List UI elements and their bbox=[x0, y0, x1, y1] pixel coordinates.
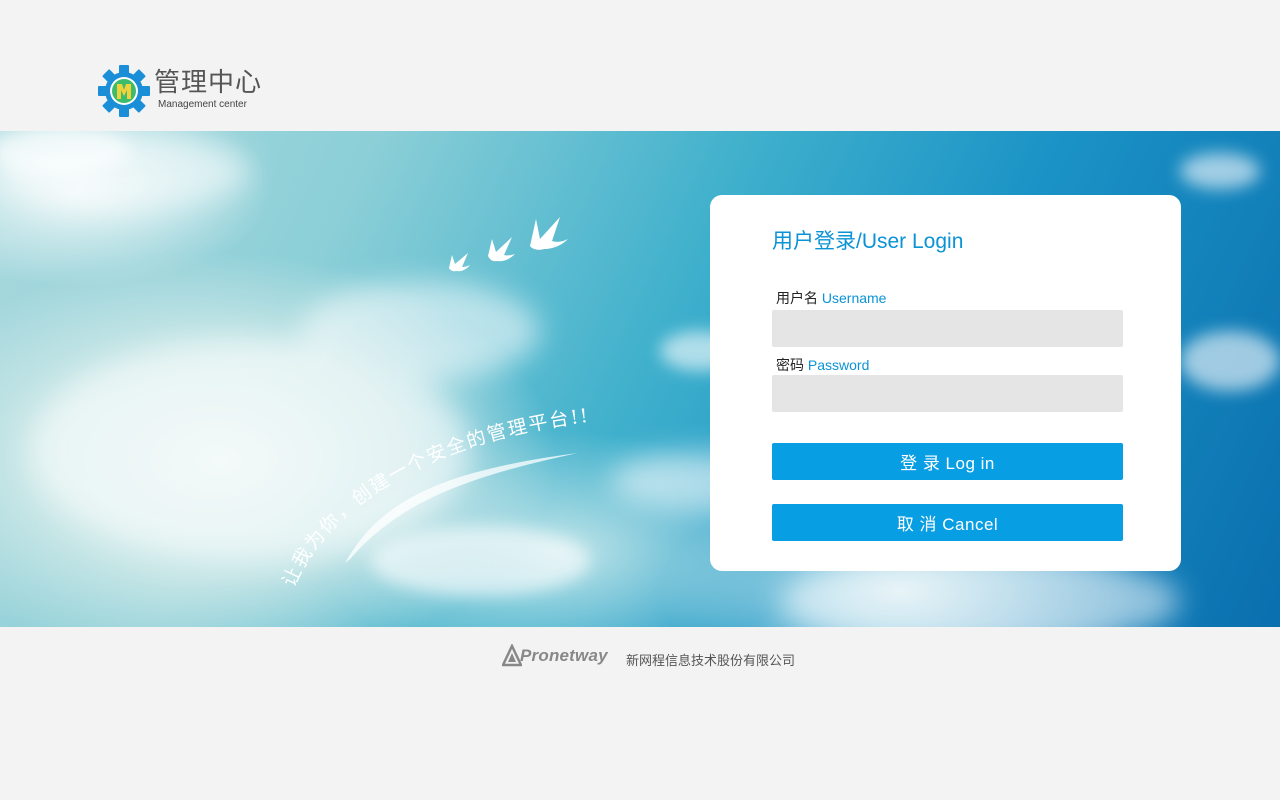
doves-icon bbox=[449, 217, 568, 272]
password-label-cn: 密码 bbox=[776, 357, 804, 373]
login-button[interactable]: 登 录 Log in bbox=[772, 443, 1123, 480]
pronetway-logo-icon bbox=[502, 644, 522, 667]
cancel-button[interactable]: 取 消 Cancel bbox=[772, 504, 1123, 541]
username-label-cn: 用户名 bbox=[776, 290, 818, 306]
logo: 管理中心 Management center bbox=[97, 64, 277, 118]
gear-m-icon bbox=[98, 65, 150, 117]
username-label: 用户名 Username bbox=[776, 288, 886, 308]
logo-subtitle: Management center bbox=[158, 99, 247, 110]
footer-brand: Pronetway bbox=[520, 646, 608, 665]
header: 管理中心 Management center bbox=[0, 0, 1280, 131]
login-title: 用户登录/User Login bbox=[772, 230, 964, 253]
login-panel: 用户登录/User Login 用户名 Username 密码 Password… bbox=[710, 195, 1181, 571]
password-label: 密码 Password bbox=[776, 355, 869, 375]
slogan-text: 让我为你，创建一个安全的管理平台!! bbox=[278, 405, 589, 590]
password-label-en: Password bbox=[807, 357, 870, 373]
footer: Pronetway 新网程信息技术股份有限公司 bbox=[0, 627, 1280, 800]
username-input[interactable] bbox=[772, 310, 1123, 347]
password-input[interactable] bbox=[772, 375, 1123, 412]
svg-text:让我为你，创建一个安全的管理平台!!: 让我为你，创建一个安全的管理平台!! bbox=[278, 405, 591, 590]
username-label-en: Username bbox=[821, 290, 887, 306]
footer-company: 新网程信息技术股份有限公司 bbox=[626, 654, 796, 669]
logo-title: 管理中心 bbox=[154, 68, 263, 98]
slogan: 让我为你，创建一个安全的管理平台!! bbox=[278, 405, 591, 590]
